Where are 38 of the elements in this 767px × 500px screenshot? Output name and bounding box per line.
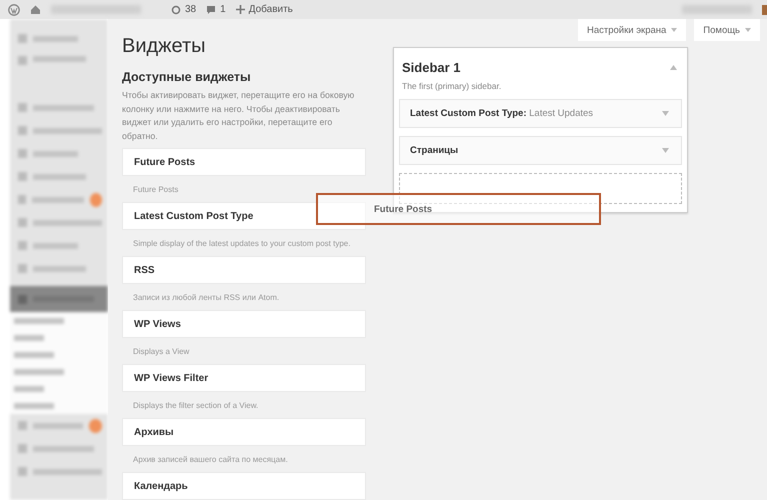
widget-item[interactable]: Future Posts [122,148,366,176]
page-title: Виджеты [122,35,207,58]
widget-description: Displays a View [132,346,190,358]
add-new-link[interactable]: Добавить [236,4,293,15]
screen-tab-button[interactable]: Настройки экрана [578,19,686,41]
comments-link[interactable]: 1 [206,4,226,15]
blurred-menu-item[interactable] [10,312,108,329]
sidebar-description: The first (primary) sidebar. [401,80,502,93]
blurred-current-menu-item[interactable] [10,286,108,312]
collapse-toggle-icon[interactable] [670,65,677,70]
section-heading: Доступные виджеты [122,70,252,84]
updates-link[interactable]: 38 [171,4,196,15]
screen-tab-button[interactable]: Помощь [694,19,760,41]
widget-item[interactable]: Архивы [122,418,366,446]
widget-item[interactable]: Календарь [122,472,366,500]
plus-icon [236,5,245,14]
widget-description: Future Posts [132,184,180,196]
sidebar-title: Sidebar 1 [402,60,461,75]
wordpress-logo-icon[interactable] [8,4,20,16]
expand-arrow-icon[interactable] [662,148,669,153]
widget-description: Записи из любой ленты RSS или Atom. [132,292,280,304]
home-icon[interactable] [30,4,41,15]
widget-description: Displays the filter section of a View. [132,400,260,412]
widget-item[interactable]: WP Views Filter [122,364,366,392]
widget-description: Simple display of the latest updates to your custom post type. [132,238,352,250]
widget-item[interactable]: Latest Custom Post Type [122,202,366,230]
speech-bubble-icon [206,4,216,14]
section-description: Чтобы активировать виджет, перетащите его на боковую колонку или нажмите на него. Чтобы деактивировать виджет или удалить его настройки, перетащите его обратно. [122,89,356,143]
widget-description: Архив записей вашего сайта по месяцам. [132,454,289,466]
widget-item[interactable]: RSS [122,256,366,284]
dragged-widget[interactable]: Future Posts [316,193,601,225]
expand-arrow-icon[interactable] [662,111,669,116]
caret-icon [745,28,751,32]
refresh-icon [171,4,181,14]
widget-item[interactable]: WP Views [122,310,366,338]
caret-icon [671,28,678,32]
sidebar-widget[interactable]: Страницы [399,136,682,165]
sidebar-widget[interactable]: Latest Custom Post Type: Latest Updates [399,99,682,128]
